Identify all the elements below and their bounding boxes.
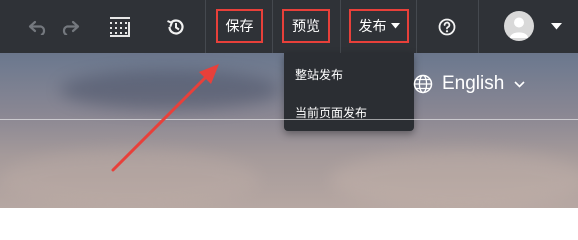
toolbar-divider: [272, 0, 273, 53]
toolbar-divider: [478, 0, 479, 53]
header-divider-line: [0, 119, 578, 120]
account-caret-down-icon[interactable]: [549, 0, 563, 53]
history-icon[interactable]: [165, 0, 187, 53]
page-canvas: 保存 预览 发布 整站发布 当前页面发布 English: [0, 0, 578, 208]
grid-icon[interactable]: [108, 0, 132, 53]
undo-icon[interactable]: [27, 0, 49, 53]
publish-button-label: 发布: [358, 19, 387, 35]
redo-icon[interactable]: [59, 0, 81, 53]
toolbar-divider: [416, 0, 417, 53]
user-icon: [504, 11, 534, 41]
toolbar-divider: [340, 0, 341, 53]
background-cloud: [330, 150, 578, 208]
chevron-down-icon: [514, 80, 525, 88]
editor-toolbar: 保存 预览 发布: [0, 0, 578, 53]
preview-button[interactable]: 预览: [282, 9, 330, 43]
publish-button[interactable]: 发布: [349, 9, 409, 43]
help-icon[interactable]: [437, 0, 457, 53]
save-button[interactable]: 保存: [216, 9, 263, 43]
publish-menu-item-site[interactable]: 整站发布: [295, 66, 343, 83]
caret-down-icon: [390, 23, 400, 29]
toolbar-divider: [205, 0, 206, 53]
annotation-arrow-icon: [111, 64, 219, 172]
globe-icon: [413, 74, 433, 94]
user-avatar[interactable]: [504, 11, 534, 41]
language-label: English: [442, 73, 505, 94]
language-selector[interactable]: English: [413, 70, 525, 98]
